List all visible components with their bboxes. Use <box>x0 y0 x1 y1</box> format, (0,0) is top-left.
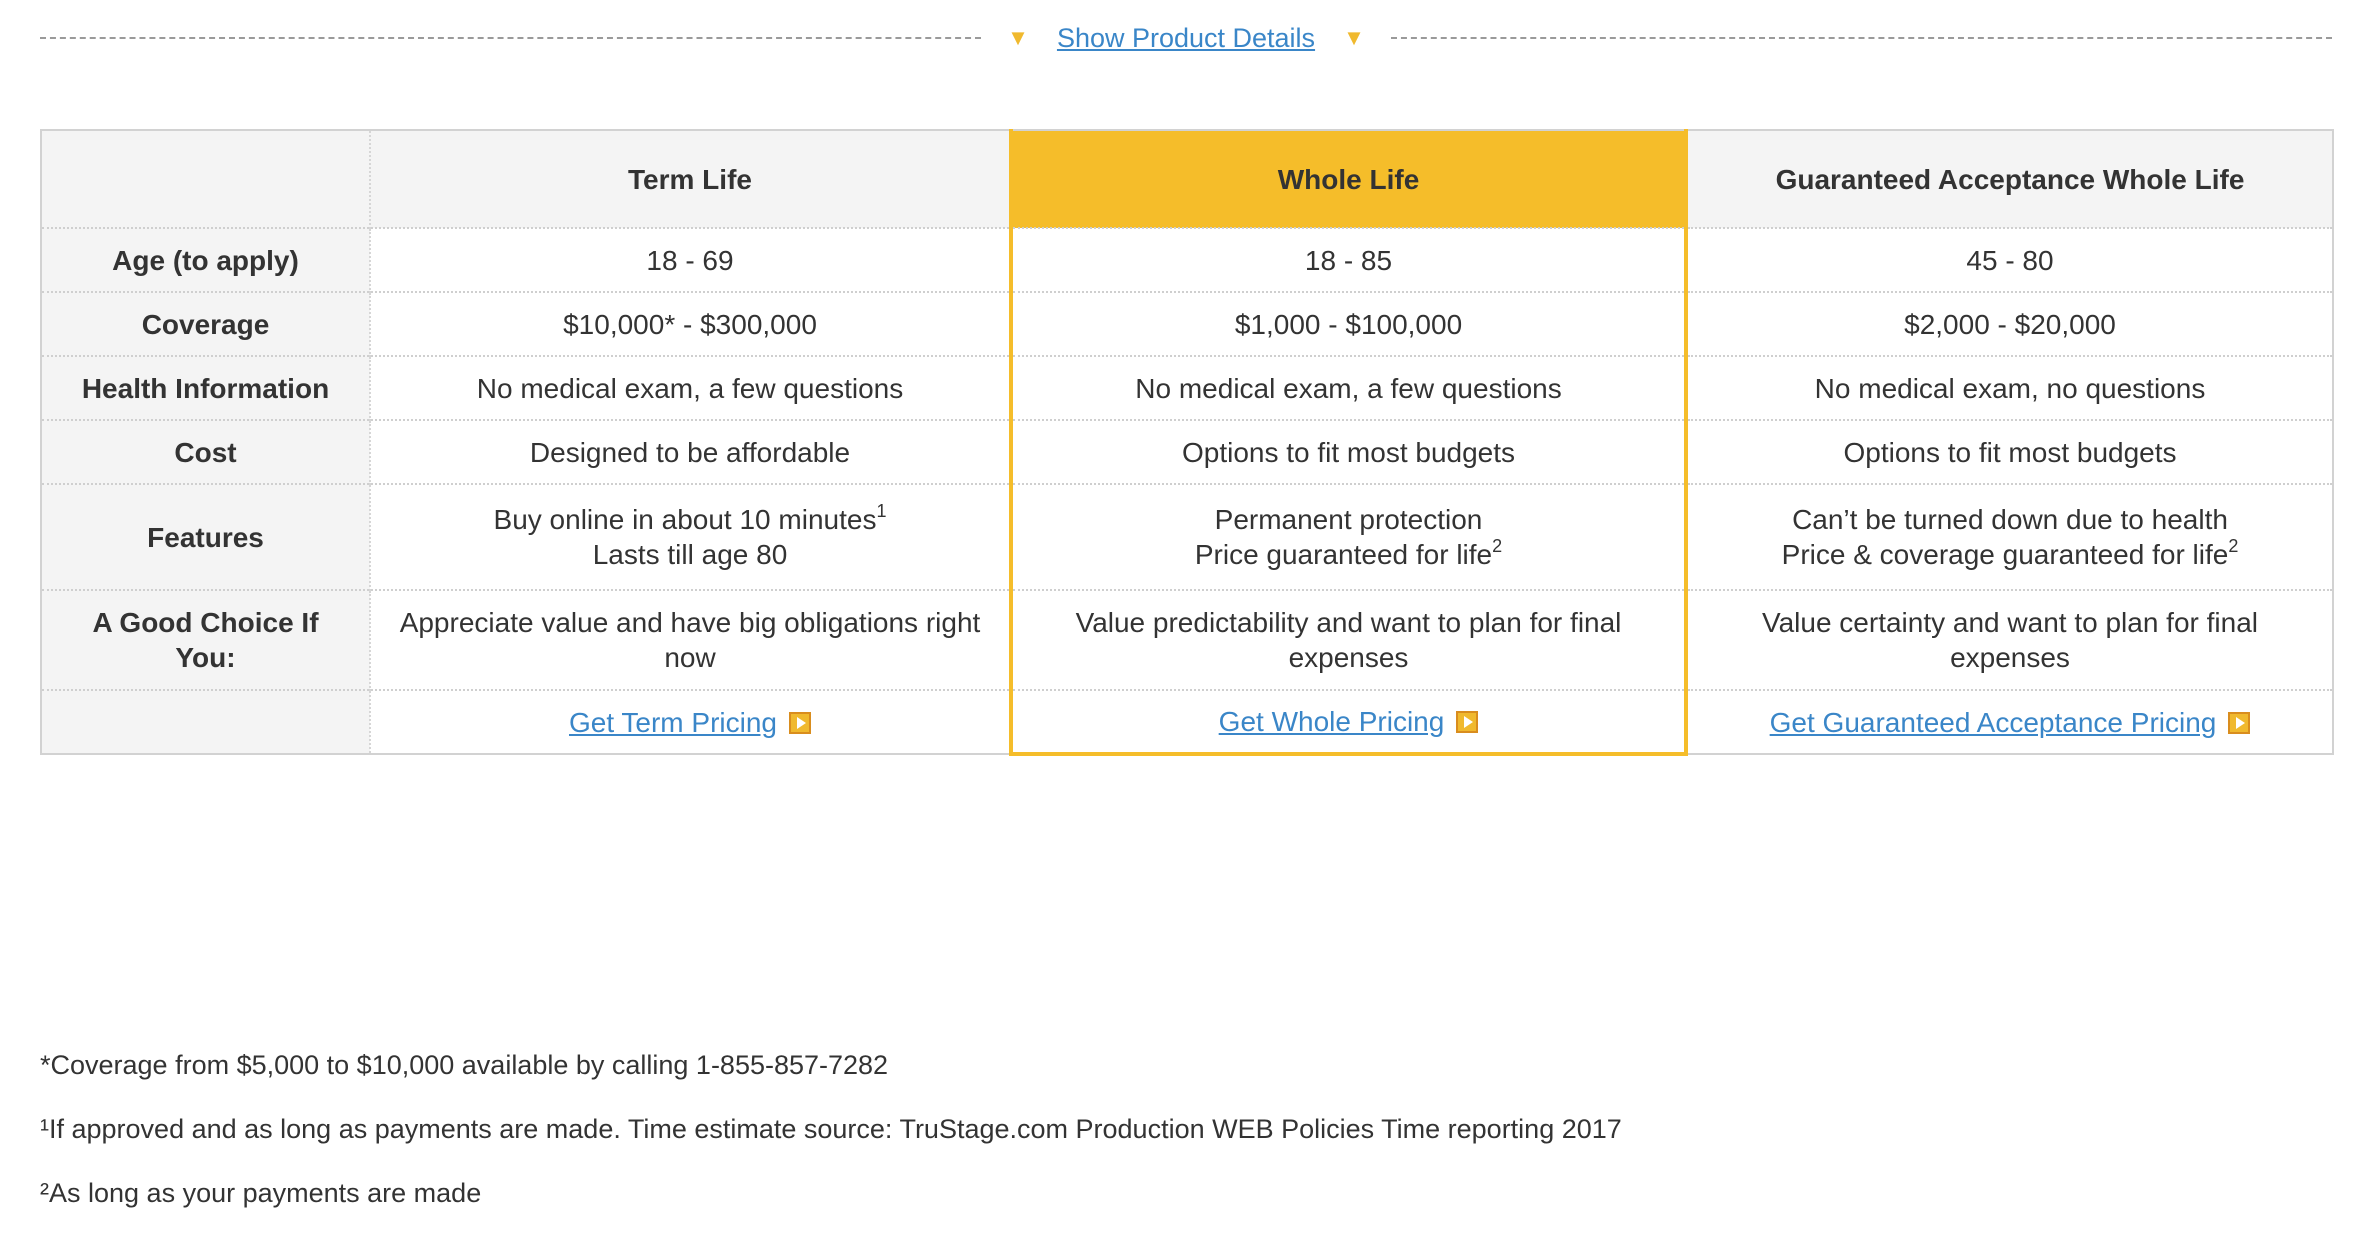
cell-guaranteed-features: Can’t be turned down due to health Price… <box>1685 483 2333 590</box>
feature-text: Permanent protection <box>1214 504 1483 535</box>
product-comparison-table: Term Life Whole Life Guaranteed Acceptan… <box>40 129 2334 756</box>
footnote-1: ¹If approved and as long as payments are… <box>40 1114 1622 1144</box>
cell-term-age: 18 - 69 <box>369 227 1011 292</box>
cell-whole-coverage: $1,000 - $100,000 <box>1009 291 1688 356</box>
row-label-coverage: Coverage <box>40 291 370 356</box>
cell-term-good-choice: Appreciate value and have big obligation… <box>369 589 1011 690</box>
feature-text: Lasts till age 80 <box>592 539 788 570</box>
cell-whole-health: No medical exam, a few questions <box>1009 355 1688 420</box>
triangle-down-icon: ▼ <box>1343 25 1365 50</box>
cell-whole-good-choice: Value predictability and want to plan fo… <box>1009 589 1688 690</box>
table-links-row: Get Term Pricing Get Whole Pricing Get G… <box>40 689 2333 756</box>
table-header-row: Term Life Whole Life Guaranteed Acceptan… <box>40 130 2333 228</box>
footnote-2: ²As long as your payments are made <box>40 1178 482 1208</box>
play-arrow-icon[interactable] <box>1456 711 1479 733</box>
table-row: Cost Designed to be affordable Options t… <box>40 419 2333 484</box>
row-label-age: Age (to apply) <box>40 227 370 292</box>
cell-guaranteed-coverage: $2,000 - $20,000 <box>1685 291 2333 356</box>
cell-whole-link: Get Whole Pricing <box>1009 689 1688 756</box>
table-row: A Good Choice If You: Appreciate value a… <box>40 589 2333 690</box>
header-empty-cell <box>40 130 370 228</box>
links-empty-cell <box>40 689 370 754</box>
footnotes: *Coverage from $5,000 to $10,000 availab… <box>40 1048 1622 1240</box>
feature-text: Price & coverage guaranteed for life <box>1781 539 2229 570</box>
cell-whole-features: Permanent protection Price guaranteed fo… <box>1009 483 1688 590</box>
details-toggle[interactable]: ▼ Show Product Details ▼ <box>981 23 1391 54</box>
table-row: Health Information No medical exam, a fe… <box>40 355 2333 420</box>
get-whole-pricing-link[interactable]: Get Whole Pricing <box>1219 706 1445 737</box>
cell-guaranteed-age: 45 - 80 <box>1685 227 2333 292</box>
footnote-marker: 2 <box>1492 536 1503 556</box>
cell-term-link: Get Term Pricing <box>369 689 1011 754</box>
cell-term-features: Buy online in about 10 minutes1 Lasts ti… <box>369 483 1011 590</box>
table-row: Features Buy online in about 10 minutes1… <box>40 483 2333 590</box>
show-product-details-link[interactable]: Show Product Details <box>1057 23 1315 54</box>
header-term-life: Term Life <box>369 130 1011 228</box>
footnote-coverage: *Coverage from $5,000 to $10,000 availab… <box>40 1050 889 1080</box>
get-guaranteed-acceptance-pricing-link[interactable]: Get Guaranteed Acceptance Pricing <box>1770 707 2217 738</box>
row-label-good-choice: A Good Choice If You: <box>40 589 370 690</box>
play-arrow-icon[interactable] <box>789 711 811 734</box>
row-label-cost: Cost <box>40 419 370 484</box>
feature-text: Can’t be turned down due to health <box>1792 504 2228 535</box>
footnote-marker: 1 <box>876 501 887 521</box>
feature-text: Price guaranteed for life <box>1194 539 1493 570</box>
cell-term-coverage: $10,000* - $300,000 <box>369 291 1011 356</box>
header-whole-life: Whole Life <box>1009 130 1688 228</box>
cell-term-cost: Designed to be affordable <box>369 419 1011 484</box>
get-term-pricing-link[interactable]: Get Term Pricing <box>569 707 777 738</box>
cell-guaranteed-cost: Options to fit most budgets <box>1685 419 2333 484</box>
row-label-features: Features <box>40 483 370 590</box>
table-row: Coverage $10,000* - $300,000 $1,000 - $1… <box>40 291 2333 356</box>
header-guaranteed-acceptance: Guaranteed Acceptance Whole Life <box>1685 130 2333 228</box>
cell-guaranteed-link: Get Guaranteed Acceptance Pricing <box>1685 689 2333 754</box>
triangle-down-icon: ▼ <box>1007 25 1029 50</box>
cell-term-health: No medical exam, a few questions <box>369 355 1011 420</box>
cell-guaranteed-health: No medical exam, no questions <box>1685 355 2333 420</box>
table-row: Age (to apply) 18 - 69 18 - 85 45 - 80 <box>40 227 2333 292</box>
cell-guaranteed-good-choice: Value certainty and want to plan for fin… <box>1685 589 2333 690</box>
row-label-health: Health Information <box>40 355 370 420</box>
play-arrow-icon[interactable] <box>2228 711 2251 734</box>
dashed-divider-right <box>1390 37 2332 39</box>
feature-text: Buy online in about 10 minutes <box>493 504 877 535</box>
cell-whole-cost: Options to fit most budgets <box>1009 419 1688 484</box>
footnote-marker: 2 <box>2228 536 2239 556</box>
product-details-toggle-bar: ▼ Show Product Details ▼ <box>40 18 2332 58</box>
dashed-divider-left <box>40 37 982 39</box>
cell-whole-age: 18 - 85 <box>1009 227 1688 292</box>
